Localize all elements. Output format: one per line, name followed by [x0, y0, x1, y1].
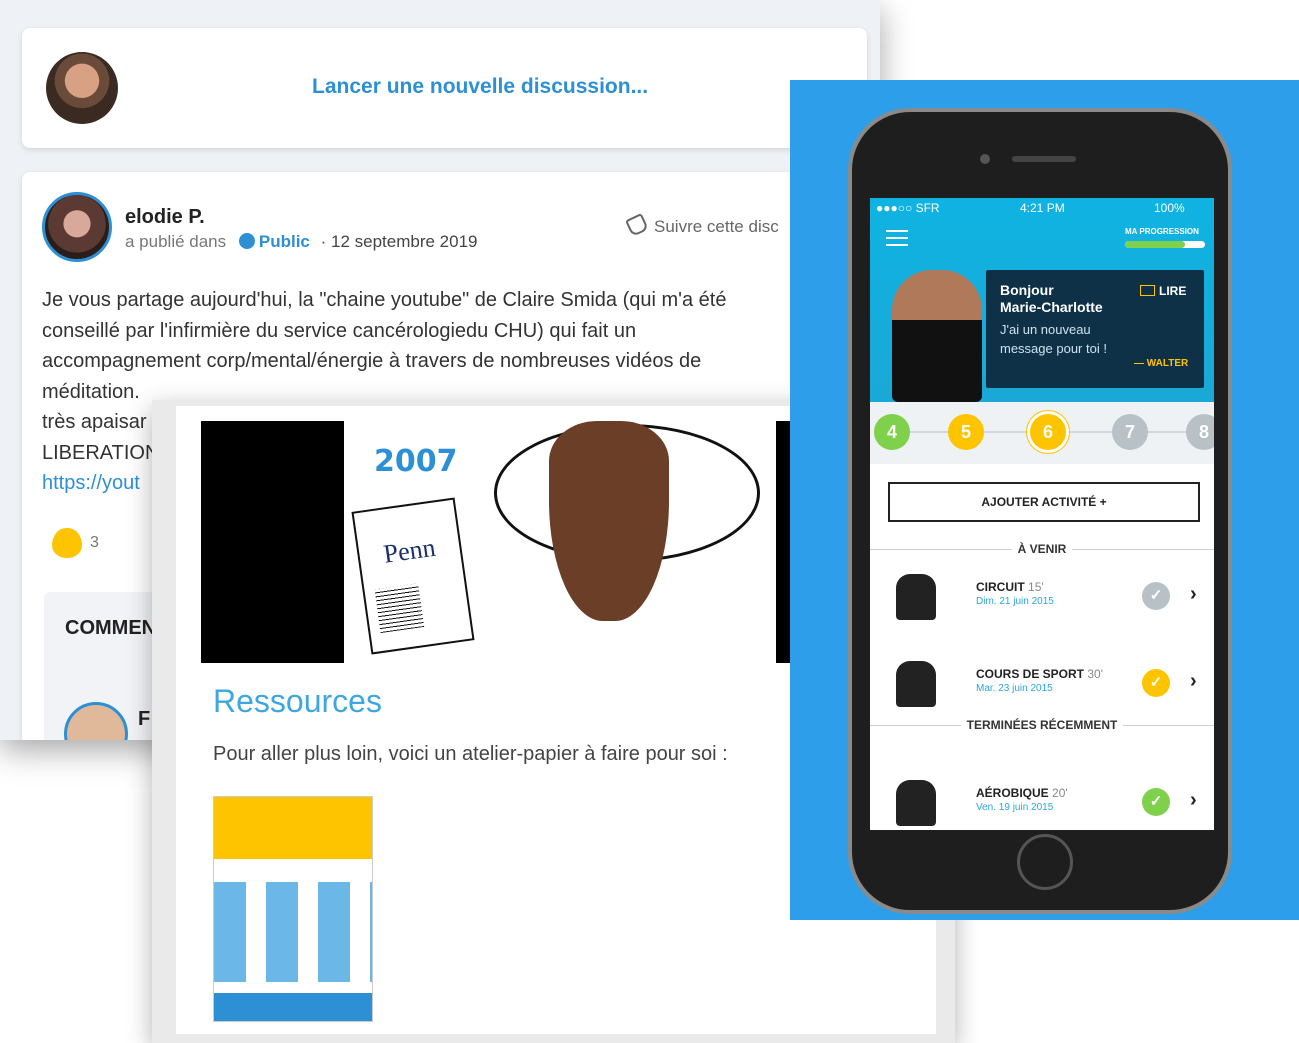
- hamburger-icon[interactable]: [886, 230, 908, 246]
- worksheet-header: [214, 797, 372, 859]
- camera-icon: [980, 154, 990, 164]
- user-name: Marie-Charlotte: [1000, 299, 1103, 315]
- commenter-name: F: [138, 708, 151, 730]
- activity-figure: [896, 574, 936, 620]
- greeting: Bonjour: [1000, 282, 1054, 298]
- check-icon[interactable]: ✓: [1142, 669, 1170, 697]
- resources-title: Ressources: [213, 683, 382, 719]
- activity-title: AÉROBIQUE: [976, 786, 1049, 800]
- new-discussion-card[interactable]: Lancer une nouvelle discussion...: [22, 28, 867, 148]
- worksheet-footer: [214, 993, 372, 1021]
- activity-duration: 20': [1052, 786, 1068, 800]
- new-discussion-link[interactable]: Lancer une nouvelle discussion...: [312, 75, 648, 99]
- read-button[interactable]: LIRE: [1140, 284, 1186, 298]
- home-button[interactable]: [1017, 834, 1073, 890]
- body-line: conseillé par l'infirmière du service ca…: [42, 319, 637, 342]
- activity-row[interactable]: COURS DE SPORT 30' Mar. 23 juin 2015 ✓ ›: [870, 653, 1214, 713]
- chevron-right-icon[interactable]: ›: [1190, 789, 1197, 812]
- message-line: J'ai un nouveau: [1000, 322, 1091, 337]
- author-name[interactable]: elodie P.: [125, 206, 205, 229]
- battery: 100%: [1154, 201, 1185, 215]
- activity-date: Mar. 23 juin 2015: [976, 683, 1053, 694]
- post-meta: a publié dans Public · 12 septembre 2019: [125, 232, 478, 252]
- activity-date: Dim. 21 juin 2015: [976, 596, 1054, 607]
- author-avatar[interactable]: [42, 192, 112, 262]
- recent-label: TERMINÉES RÉCEMMENT: [960, 718, 1124, 732]
- coach-message[interactable]: Bonjour Marie-Charlotte LIRE J'ai un nouv…: [986, 270, 1204, 388]
- resources-text: Pour aller plus loin, voici un atelier-p…: [213, 743, 728, 765]
- status-bar: ●●●○○ SFR 4:21 PM 100%: [870, 198, 1214, 218]
- published-in-label: a publié dans: [125, 232, 227, 251]
- add-activity-button[interactable]: AJOUTER ACTIVITÉ +: [888, 482, 1200, 522]
- activity-figure: [896, 780, 936, 826]
- carrier: ●●●○○ SFR: [876, 201, 940, 215]
- chevron-right-icon[interactable]: ›: [1190, 583, 1197, 606]
- phone-screen: ●●●○○ SFR 4:21 PM 100% MA PROGRESSION Bo…: [870, 198, 1214, 830]
- activity-date: Ven. 19 juin 2015: [976, 802, 1054, 813]
- progress-steps: 4 5 6 7 8: [870, 402, 1214, 464]
- like-button[interactable]: 3: [52, 528, 99, 558]
- step-5[interactable]: 5: [948, 414, 984, 450]
- follow-button[interactable]: Suivre cette disc: [625, 213, 779, 237]
- newspaper-text: [374, 583, 425, 634]
- app-header: ●●●○○ SFR 4:21 PM 100% MA PROGRESSION Bo…: [870, 198, 1214, 402]
- activity-title: COURS DE SPORT: [976, 667, 1085, 681]
- upcoming-label: À VENIR: [1011, 542, 1073, 556]
- commenter-avatar: [64, 702, 128, 740]
- step-8[interactable]: 8: [1186, 414, 1214, 450]
- body-line: Je vous partage aujourd'hui, la "chaine …: [42, 289, 727, 311]
- activity-row[interactable]: AÉROBIQUE 20' Ven. 19 juin 2015 ✓ ›: [870, 772, 1214, 830]
- activity-duration: 15': [1028, 580, 1044, 594]
- body-line: accompagnement corp/mental/énergie à tra…: [42, 350, 702, 372]
- check-icon[interactable]: ✓: [1142, 582, 1170, 610]
- activity-title: CIRCUIT: [976, 580, 1025, 594]
- phone-device: ●●●○○ SFR 4:21 PM 100% MA PROGRESSION Bo…: [848, 108, 1232, 914]
- activity-name: CIRCUIT 15': [976, 580, 1044, 594]
- coach-photo: [892, 270, 982, 402]
- follow-label: Suivre cette disc: [654, 217, 779, 236]
- step-6[interactable]: 6: [1030, 414, 1066, 450]
- comments-title: COMMEN: [65, 617, 157, 639]
- message-line: message pour toi !: [1000, 341, 1107, 356]
- user-avatar: [46, 52, 118, 124]
- check-icon[interactable]: ✓: [1142, 788, 1170, 816]
- progress-label: MA PROGRESSION: [1125, 227, 1199, 236]
- message-signature: — WALTER: [1134, 358, 1189, 369]
- newspaper-illustration: Penn: [351, 497, 475, 655]
- speaker-grille: [1012, 156, 1076, 162]
- activity-duration: 30': [1087, 667, 1103, 681]
- message-text: J'ai un nouveau message pour toi !: [1000, 320, 1107, 358]
- worksheet-thumbnail[interactable]: [213, 796, 373, 1022]
- phone-panel: ●●●○○ SFR 4:21 PM 100% MA PROGRESSION Bo…: [790, 80, 1299, 920]
- activity-name: AÉROBIQUE 20': [976, 786, 1068, 800]
- step-7[interactable]: 7: [1112, 414, 1148, 450]
- post-date: · 12 septembre 2019: [320, 232, 478, 251]
- clock: 4:21 PM: [1020, 201, 1065, 215]
- read-label: LIRE: [1159, 284, 1187, 298]
- globe-icon: [238, 233, 255, 249]
- progress-bar: [1125, 241, 1205, 248]
- activity-row[interactable]: CIRCUIT 15' Dim. 21 juin 2015 ✓ ›: [870, 566, 1214, 626]
- mail-icon: [1140, 285, 1155, 296]
- progress-fill: [1125, 241, 1185, 248]
- message-greeting: Bonjour Marie-Charlotte: [1000, 282, 1103, 316]
- recent-heading: TERMINÉES RÉCEMMENT: [870, 718, 1214, 732]
- activity-name: COURS DE SPORT 30': [976, 667, 1103, 681]
- step-4[interactable]: 4: [874, 414, 910, 450]
- worksheet-columns: [214, 882, 372, 982]
- audience-link[interactable]: Public: [259, 232, 310, 251]
- heart-icon: [52, 528, 82, 558]
- hand-illustration: [549, 421, 669, 621]
- newspaper-title: Penn: [381, 532, 438, 569]
- upcoming-heading: À VENIR: [870, 542, 1214, 556]
- bell-icon: [625, 213, 649, 237]
- chevron-right-icon[interactable]: ›: [1190, 670, 1197, 693]
- illustration-year: 2007: [374, 444, 458, 479]
- video-frame: [201, 421, 344, 663]
- activity-figure: [896, 661, 936, 707]
- like-count: 3: [90, 534, 99, 552]
